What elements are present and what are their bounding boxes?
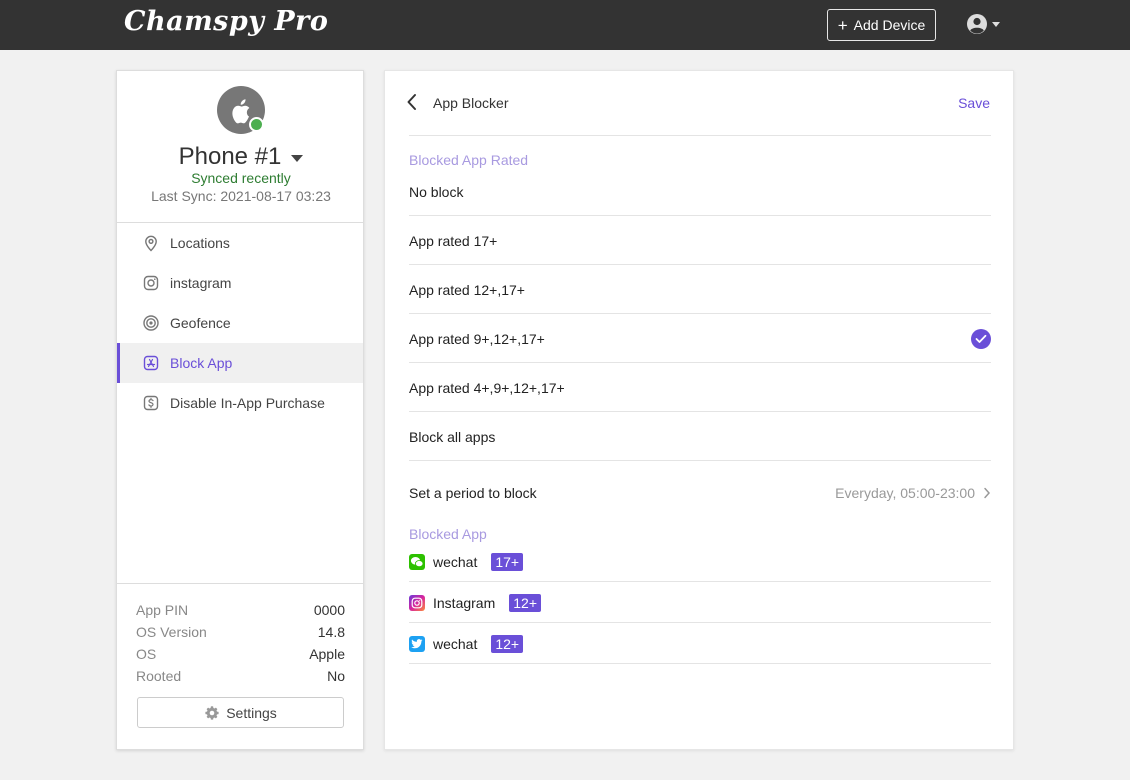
- sidebar-item-label: Geofence: [170, 315, 231, 331]
- online-status-dot: [249, 117, 264, 132]
- info-key: Rooted: [136, 668, 182, 684]
- gear-icon: [205, 705, 219, 720]
- app-blocker-panel: App Blocker Save Blocked App Rated No bl…: [384, 70, 1014, 750]
- instagram-icon: [143, 275, 159, 291]
- period-value: Everyday, 05:00-23:00: [835, 485, 975, 501]
- device-name: Phone #1: [178, 143, 282, 170]
- option-label: App rated 12+,17+: [409, 282, 525, 298]
- section-label-blocked-app-rated: Blocked App Rated: [409, 152, 529, 168]
- sidebar-item-disable-in-app-purchase[interactable]: Disable In-App Purchase: [117, 383, 363, 423]
- info-key: OS: [136, 646, 157, 662]
- period-label: Set a period to block: [409, 485, 537, 501]
- sidebar-item-label: Block App: [170, 355, 233, 371]
- divider: [409, 215, 991, 216]
- rating-option-9-12-17[interactable]: App rated 9+,12+,17+: [409, 329, 991, 349]
- top-bar: Chamspy Pro + Add Device: [0, 0, 1130, 50]
- chevron-right-icon: [984, 487, 991, 499]
- info-row-rooted: Rooted No: [136, 665, 345, 687]
- option-label: App rated 17+: [409, 233, 498, 249]
- blocked-app-row[interactable]: wechat 12+: [409, 633, 991, 655]
- option-label: No block: [409, 184, 464, 200]
- block-period-row[interactable]: Set a period to block Everyday, 05:00-23…: [409, 483, 991, 503]
- rating-option-12-17[interactable]: App rated 12+,17+: [409, 280, 991, 300]
- account-menu[interactable]: [966, 13, 1000, 35]
- sync-status: Synced recently: [191, 170, 291, 186]
- settings-label: Settings: [226, 704, 277, 721]
- info-row-app-pin: App PIN 0000: [136, 599, 345, 621]
- last-sync-time: Last Sync: 2021-08-17 03:23: [151, 188, 331, 204]
- info-value: 0000: [313, 602, 345, 618]
- divider: [117, 583, 363, 584]
- rating-option-block-all[interactable]: Block all apps: [409, 427, 991, 447]
- option-label: Block all apps: [409, 429, 496, 445]
- section-label-blocked-app: Blocked App: [409, 526, 487, 542]
- info-value: No: [327, 668, 345, 684]
- app-name: Instagram: [433, 595, 496, 611]
- info-value: 14.8: [317, 624, 345, 640]
- settings-button[interactable]: Settings: [137, 697, 344, 728]
- chevron-left-icon: [407, 94, 416, 110]
- blocked-app-row[interactable]: Instagram 12+: [409, 592, 991, 614]
- chevron-down-icon: [992, 21, 1000, 27]
- checkmark-icon: [971, 329, 991, 349]
- divider: [409, 135, 991, 136]
- sidebar-item-block-app[interactable]: Block App: [117, 343, 363, 383]
- rating-option-4-9-12-17[interactable]: App rated 4+,9+,12+,17+: [409, 378, 991, 398]
- divider: [409, 622, 991, 623]
- geofence-icon: [143, 315, 159, 331]
- divider: [409, 663, 991, 664]
- add-device-button[interactable]: + Add Device: [827, 9, 936, 41]
- back-button[interactable]: [405, 93, 419, 116]
- info-row-os: OS Apple: [136, 643, 345, 665]
- rating-option-no-block[interactable]: No block: [409, 182, 991, 202]
- app-store-icon: [143, 355, 159, 371]
- divider: [409, 581, 991, 582]
- info-key: OS Version: [136, 624, 207, 640]
- device-sidebar: Phone #1 Synced recently Last Sync: 2021…: [116, 70, 364, 750]
- divider: [409, 362, 991, 363]
- app-name: wechat: [433, 636, 478, 652]
- divider: [409, 411, 991, 412]
- plus-icon: +: [837, 15, 848, 35]
- option-label: App rated 4+,9+,12+,17+: [409, 380, 565, 396]
- instagram-icon: [409, 595, 425, 611]
- rating-badge: 12+: [491, 635, 524, 653]
- sidebar-item-locations[interactable]: Locations: [117, 223, 363, 263]
- period-value-group: Everyday, 05:00-23:00: [835, 485, 991, 501]
- sidebar-item-geofence[interactable]: Geofence: [117, 303, 363, 343]
- divider: [409, 264, 991, 265]
- info-key: App PIN: [136, 602, 189, 618]
- device-selector[interactable]: Phone #1: [117, 143, 365, 171]
- add-device-label: Add Device: [853, 17, 926, 33]
- info-row-os-version: OS Version 14.8: [136, 621, 345, 643]
- info-value: Apple: [309, 646, 345, 662]
- divider: [409, 460, 991, 461]
- dollar-icon: [143, 395, 159, 411]
- device-info: App PIN 0000 OS Version 14.8 OS Apple Ro…: [136, 599, 345, 687]
- sidebar-item-label: instagram: [170, 275, 232, 291]
- sidebar-item-instagram[interactable]: instagram: [117, 263, 363, 303]
- app-name: wechat: [433, 554, 478, 570]
- wechat-icon: [409, 554, 425, 570]
- location-pin-icon: [145, 235, 157, 252]
- divider: [409, 313, 991, 314]
- caret-down-icon: [291, 155, 304, 162]
- blocked-app-row[interactable]: wechat 17+: [409, 551, 991, 573]
- sidebar-nav: Locations instagram Geofence Block App D…: [117, 223, 363, 423]
- rating-badge: 12+: [509, 594, 541, 612]
- sidebar-item-label: Locations: [170, 235, 230, 251]
- sidebar-item-label: Disable In-App Purchase: [170, 395, 325, 411]
- option-label: App rated 9+,12+,17+: [409, 331, 545, 347]
- brand-logo[interactable]: Chamspy Pro: [124, 6, 328, 37]
- twitter-icon: [409, 636, 425, 652]
- rating-option-17[interactable]: App rated 17+: [409, 231, 991, 251]
- save-button[interactable]: Save: [958, 95, 990, 111]
- rating-badge: 17+: [491, 553, 524, 571]
- panel-title: App Blocker: [433, 95, 509, 111]
- user-avatar-icon: [967, 14, 987, 34]
